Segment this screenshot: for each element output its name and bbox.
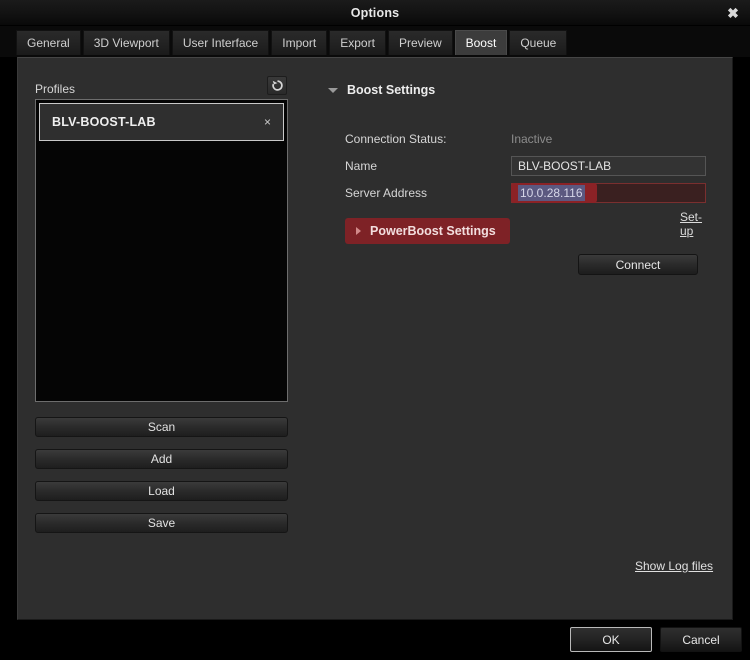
connection-status-label: Connection Status: bbox=[345, 132, 447, 146]
options-window: Options ✖ General 3D Viewport User Inter… bbox=[0, 0, 750, 660]
name-row: Name BLV-BOOST-LAB bbox=[345, 155, 717, 177]
show-log-files-link[interactable]: Show Log files bbox=[635, 559, 713, 573]
setup-link-anchor: Set-up bbox=[680, 210, 702, 238]
setup-link[interactable]: Set-up bbox=[680, 210, 702, 238]
ok-button[interactable]: OK bbox=[570, 627, 652, 652]
name-label: Name bbox=[345, 159, 378, 173]
chevron-down-icon bbox=[328, 87, 338, 93]
connect-button[interactable]: Connect bbox=[578, 254, 698, 275]
tab-3d-viewport[interactable]: 3D Viewport bbox=[82, 30, 170, 55]
add-button[interactable]: Add bbox=[35, 449, 288, 469]
profiles-label: Profiles bbox=[35, 82, 76, 96]
close-icon[interactable]: ✖ bbox=[722, 3, 744, 23]
boost-settings-title: Boost Settings bbox=[347, 83, 436, 97]
powerboost-settings-title: PowerBoost Settings bbox=[370, 224, 496, 238]
server-address-label: Server Address bbox=[345, 186, 428, 200]
content-panel: Profiles BLV-BOOST-LAB × Scan Add Load S… bbox=[17, 57, 733, 620]
server-address-row: Server Address 10.0.28.116 bbox=[345, 182, 717, 204]
tab-boost[interactable]: Boost bbox=[454, 30, 508, 55]
load-button[interactable]: Load bbox=[35, 481, 288, 501]
connection-status-row: Connection Status: Inactive bbox=[345, 128, 717, 150]
save-button[interactable]: Save bbox=[35, 513, 288, 533]
refresh-glyph bbox=[271, 80, 283, 91]
list-item[interactable]: BLV-BOOST-LAB × bbox=[39, 103, 284, 141]
tab-import[interactable]: Import bbox=[271, 30, 328, 55]
tab-list: General 3D Viewport User Interface Impor… bbox=[16, 30, 568, 55]
tab-export[interactable]: Export bbox=[329, 30, 386, 55]
tab-user-interface[interactable]: User Interface bbox=[171, 30, 270, 55]
title-bar: Options ✖ bbox=[0, 0, 750, 26]
profile-actions: Scan Add Load Save bbox=[35, 417, 288, 545]
window-title: Options bbox=[350, 6, 400, 20]
footer-bar: OK Cancel bbox=[0, 620, 750, 660]
refresh-icon[interactable] bbox=[267, 76, 287, 95]
profile-name: BLV-BOOST-LAB bbox=[52, 115, 156, 129]
scan-button[interactable]: Scan bbox=[35, 417, 288, 437]
boost-settings-header[interactable]: Boost Settings bbox=[328, 83, 435, 97]
remove-profile-icon[interactable]: × bbox=[264, 115, 271, 129]
name-input[interactable]: BLV-BOOST-LAB bbox=[511, 156, 706, 176]
tab-strip: General 3D Viewport User Interface Impor… bbox=[0, 26, 750, 57]
cancel-button[interactable]: Cancel bbox=[660, 627, 742, 652]
tab-general[interactable]: General bbox=[16, 30, 81, 55]
server-address-input[interactable]: 10.0.28.116 bbox=[511, 183, 706, 203]
connection-status-value: Inactive bbox=[511, 132, 553, 146]
tab-queue[interactable]: Queue bbox=[509, 30, 568, 55]
powerboost-settings-header[interactable]: PowerBoost Settings bbox=[345, 218, 510, 244]
profile-list[interactable]: BLV-BOOST-LAB × bbox=[35, 99, 288, 402]
server-address-value: 10.0.28.116 bbox=[518, 185, 585, 201]
tab-preview[interactable]: Preview bbox=[387, 30, 453, 55]
chevron-right-icon bbox=[356, 227, 361, 235]
